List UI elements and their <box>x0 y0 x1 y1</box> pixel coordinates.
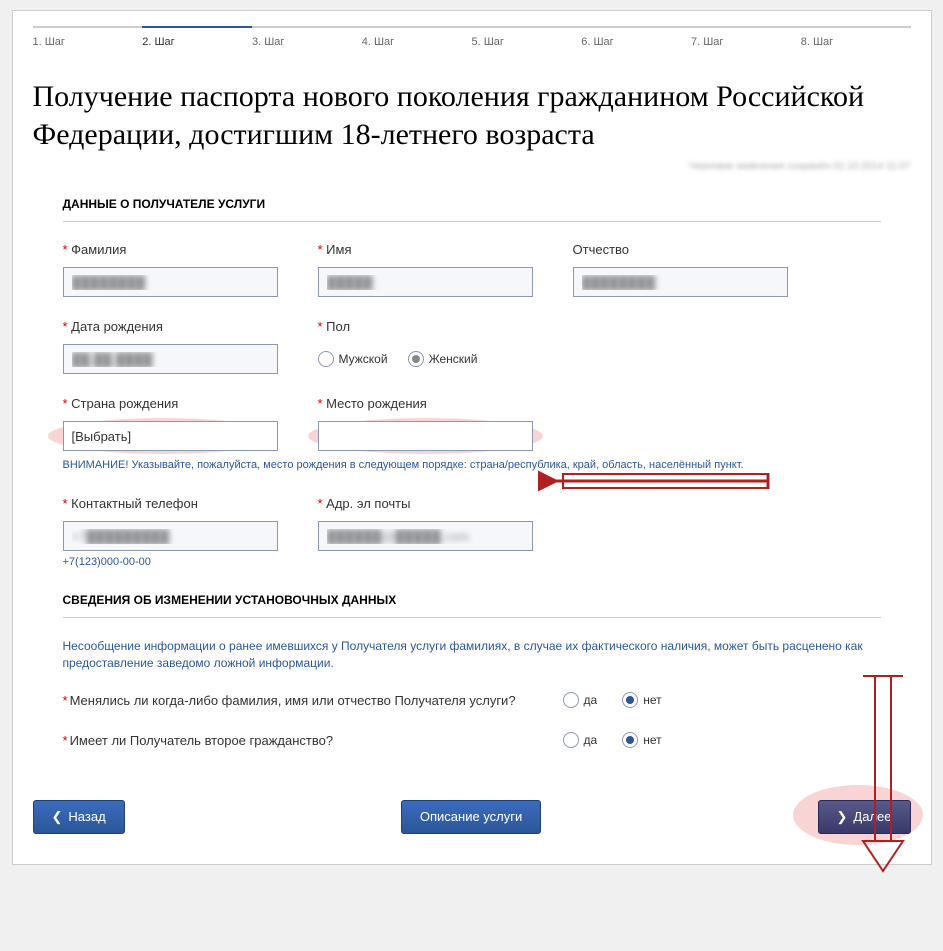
phone-input[interactable] <box>63 521 278 551</box>
chevron-right-icon: ❯ <box>837 809 848 825</box>
dob-label: Дата рождения <box>63 319 278 334</box>
birth-country-select[interactable] <box>63 421 278 451</box>
next-button[interactable]: ❯Далее <box>818 800 911 834</box>
step-8[interactable]: 8. Шаг <box>801 26 911 48</box>
dob-input[interactable] <box>63 344 278 374</box>
birth-country-label: Страна рождения <box>63 396 278 411</box>
step-7[interactable]: 7. Шаг <box>691 26 801 48</box>
back-button[interactable]: ❮Назад <box>33 800 125 834</box>
phone-label: Контактный телефон <box>63 496 278 511</box>
page-title: Получение паспорта нового поколения граж… <box>33 78 911 153</box>
name-label: Имя <box>318 242 533 257</box>
section-recipient-data: ДАННЫЕ О ПОЛУЧАТЕЛЕ УСЛУГИ <box>63 197 881 222</box>
q2-no-radio[interactable]: нет <box>622 732 661 748</box>
wizard-steps: 1. Шаг2. Шаг3. Шаг4. Шаг5. Шаг6. Шаг7. Ш… <box>33 26 911 48</box>
q1-yes-radio[interactable]: да <box>563 692 598 708</box>
service-description-button[interactable]: Описание услуги <box>401 800 541 834</box>
q2-yes-radio[interactable]: да <box>563 732 598 748</box>
step-3[interactable]: 3. Шаг <box>252 26 362 48</box>
step-1[interactable]: 1. Шаг <box>33 26 143 48</box>
step-6[interactable]: 6. Шаг <box>581 26 691 48</box>
section-data-changes-info: Несообщение информации о ранее имевшихся… <box>63 638 881 672</box>
birth-place-input[interactable] <box>318 421 533 451</box>
birth-place-hint: ВНИМАНИЕ! Указывайте, пожалуйста, место … <box>63 459 881 471</box>
chevron-left-icon: ❮ <box>52 809 63 825</box>
draft-saved-text: Черновик заявления сохранён 02.10.2014 1… <box>33 161 911 172</box>
gender-male-radio[interactable]: Мужской <box>318 351 388 367</box>
name-input[interactable] <box>318 267 533 297</box>
question-second-citizenship: Имеет ли Получатель второе гражданство? <box>63 732 543 750</box>
question-name-changed: Менялись ли когда-либо фамилия, имя или … <box>63 692 543 710</box>
step-2[interactable]: 2. Шаг <box>142 26 252 48</box>
birth-place-label: Место рождения <box>318 396 533 411</box>
email-label: Адр. эл почты <box>318 496 533 511</box>
phone-hint: +7(123)000-00-00 <box>63 556 278 568</box>
section-data-changes: СВЕДЕНИЯ ОБ ИЗМЕНЕНИИ УСТАНОВОЧНЫХ ДАННЫ… <box>63 593 881 618</box>
gender-label: Пол <box>318 319 533 334</box>
step-4[interactable]: 4. Шаг <box>362 26 472 48</box>
step-5[interactable]: 5. Шаг <box>472 26 582 48</box>
gender-female-radio[interactable]: Женский <box>408 351 478 367</box>
q1-no-radio[interactable]: нет <box>622 692 661 708</box>
surname-label: Фамилия <box>63 242 278 257</box>
patronymic-label: Отчество <box>573 242 788 257</box>
email-input[interactable] <box>318 521 533 551</box>
patronymic-input[interactable] <box>573 267 788 297</box>
surname-input[interactable] <box>63 267 278 297</box>
